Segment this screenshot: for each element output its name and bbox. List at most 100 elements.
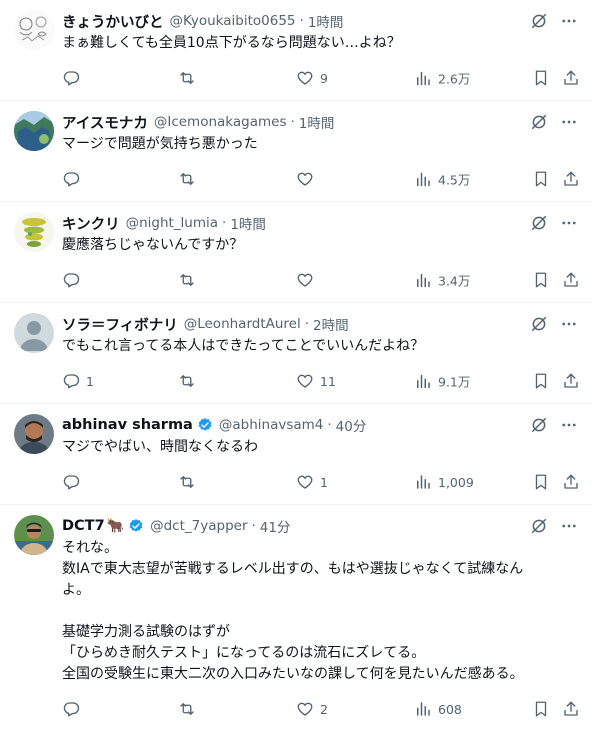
user-handle[interactable]: @LeonhardtAurel [184,316,301,332]
reply-button[interactable] [62,473,86,491]
grok-icon[interactable] [530,12,548,30]
grok-icon[interactable] [530,517,548,535]
post-text-line: マジでやばい、時間なくなるわ [62,439,258,455]
post-text-line: 基礎学力測る試験のはずが [62,624,230,640]
repost-button[interactable] [178,700,202,718]
reply-button[interactable] [62,700,86,718]
avatar[interactable] [14,212,54,252]
user-handle[interactable]: @night_lumia [126,215,218,231]
more-icon[interactable] [560,12,578,30]
avatar[interactable] [14,515,54,555]
reply-button[interactable] [62,170,86,188]
grok-icon[interactable] [530,315,548,333]
bookmark-button[interactable] [532,271,550,289]
reply-button[interactable] [62,271,86,289]
share-button[interactable] [562,473,580,491]
repost-button[interactable] [178,170,202,188]
post-text-line: まぁ難しくても全員10点下がるなら問題ない…よね？ [62,35,401,51]
display-name[interactable]: キンクリ [62,213,120,234]
avatar[interactable] [14,111,54,151]
post-text-line: 全国の受験生に東大二次の入口みたいなの課して何を見たいんだ感ある。 [62,666,524,682]
grok-icon[interactable] [530,416,548,434]
separator-dot: · [299,13,304,29]
user-handle[interactable]: @Icemonakagames [154,114,287,130]
repost-button[interactable] [178,473,202,491]
views-count: 608 [438,701,462,717]
post-text-line: マージで問題が気持ち悪かった [62,136,258,152]
post-time[interactable]: 2時間 [313,314,349,334]
views-button[interactable]: 1,009 [414,473,474,491]
like-button[interactable]: 1 [296,473,328,491]
like-button[interactable]: 9 [296,69,328,87]
bookmark-button[interactable] [532,69,550,87]
bookmark-button[interactable] [532,473,550,491]
post-top-actions [530,111,578,133]
heart-icon [296,372,314,390]
post[interactable]: abhinav sharma @abhinavsam4 · 40分 マジでやばい… [0,404,592,505]
display-name[interactable]: きょうかいびと [62,11,164,32]
grok-icon[interactable] [530,113,548,131]
reply-button[interactable] [62,69,86,87]
like-button[interactable] [296,271,320,289]
user-handle[interactable]: @dct_7yapper [150,518,247,534]
post[interactable]: キンクリ @night_lumia · 1時間 慶應落ちじゃないんですか？ 3.… [0,202,592,303]
grok-icon[interactable] [530,214,548,232]
user-handle[interactable]: @Kyoukaibito0655 [170,13,296,29]
views-button[interactable]: 4.5万 [414,170,470,189]
share-button[interactable] [562,271,580,289]
more-icon[interactable] [560,113,578,131]
post[interactable]: ソラ＝フィボナリ @LeonhardtAurel · 2時間 でもこれ言ってる本… [0,303,592,404]
display-name[interactable]: ソラ＝フィボナリ [62,314,178,335]
post-header: キンクリ @night_lumia · 1時間 [62,212,578,234]
bookmark-button[interactable] [532,170,550,188]
repost-button[interactable] [178,372,202,390]
user-handle[interactable]: @abhinavsam4 [219,417,324,433]
share-button[interactable] [562,372,580,390]
reply-button[interactable]: 1 [62,372,94,390]
verified-badge-icon [128,518,144,534]
post-text: それな。 数IAで東大志望が苦戦するレベル出すの、もはや選抜じゃなくて試練なん … [62,538,578,685]
display-name[interactable]: DCT7 [62,518,105,534]
post-text-line: よ。 [62,582,90,598]
post-time[interactable]: 41分 [260,516,291,536]
heart-icon [296,69,314,87]
more-icon[interactable] [560,416,578,434]
more-icon[interactable] [560,315,578,333]
heart-icon [296,271,314,289]
repost-button[interactable] [178,271,202,289]
action-bar: 2 608 [62,691,578,727]
post-text: マージで問題が気持ち悪かった [62,134,578,155]
avatar[interactable] [14,313,54,353]
share-button[interactable] [562,170,580,188]
more-icon[interactable] [560,214,578,232]
views-button[interactable]: 608 [414,700,462,718]
bookmark-button[interactable] [532,700,550,718]
post[interactable]: きょうかいびと @Kyoukaibito0655 · 1時間 まぁ難しくても全員… [0,0,592,101]
display-name[interactable]: abhinav sharma [62,417,193,433]
views-button[interactable]: 3.4万 [414,271,470,290]
share-icon [562,170,580,188]
like-button[interactable]: 2 [296,700,328,718]
avatar[interactable] [14,414,54,454]
like-button[interactable]: 11 [296,372,336,390]
views-button[interactable]: 2.6万 [414,69,470,88]
post-time[interactable]: 1時間 [299,112,335,132]
post-time[interactable]: 1時間 [230,213,266,233]
post-text: まぁ難しくても全員10点下がるなら問題ない…よね？ [62,33,578,54]
bookmark-button[interactable] [532,372,550,390]
more-icon[interactable] [560,517,578,535]
share-button[interactable] [562,700,580,718]
post-time[interactable]: 40分 [336,415,367,435]
post[interactable]: DCT7 🐂 @dct_7yapper · 41分 それな。 数IAで東大志望が… [0,505,592,730]
views-button[interactable]: 9.1万 [414,372,470,391]
post[interactable]: アイスモナカ @Icemonakagames · 1時間 マージで問題が気持ち悪… [0,101,592,202]
avatar[interactable] [14,10,54,50]
repost-button[interactable] [178,69,202,87]
post-text-line: でもこれ言ってる本人はできたってことでいいんだよね？ [62,338,425,354]
repost-icon [178,69,196,87]
like-button[interactable] [296,170,320,188]
post-time[interactable]: 1時間 [308,11,344,31]
heart-icon [296,170,314,188]
display-name[interactable]: アイスモナカ [62,112,148,133]
share-button[interactable] [562,69,580,87]
